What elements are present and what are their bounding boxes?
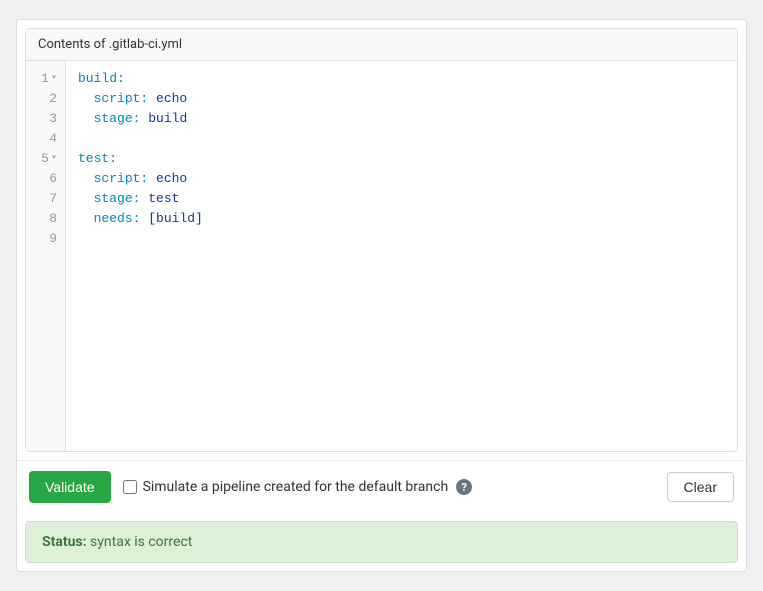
help-icon[interactable]: ? [456, 479, 472, 495]
space-segment [148, 91, 156, 106]
indent-segment [78, 211, 94, 226]
code-line: stage: test [78, 189, 725, 209]
line-number: 9 [26, 229, 65, 249]
indent-segment [78, 191, 94, 206]
line-number: 5▾ [26, 149, 65, 169]
value-segment: echo [156, 91, 187, 106]
line-number: 3 [26, 109, 65, 129]
code-line: needs: [build] [78, 209, 725, 229]
key-segment: test: [78, 151, 117, 166]
key-segment: script: [94, 91, 149, 106]
code-line: build: [78, 69, 725, 89]
editor-section: Contents of .gitlab-ci.yml 1▾2345▾6789 b… [25, 28, 738, 452]
code-line: script: echo [78, 89, 725, 109]
status-bar: Status: syntax is correct [25, 521, 738, 563]
simulate-checkbox[interactable] [123, 480, 137, 494]
line-number: 4 [26, 129, 65, 149]
simulate-checkbox-label[interactable]: Simulate a pipeline created for the defa… [123, 479, 473, 495]
line-numbers: 1▾2345▾6789 [26, 61, 66, 451]
code-line: stage: build [78, 109, 725, 129]
validate-button[interactable]: Validate [29, 471, 111, 503]
value-segment: test [148, 191, 179, 206]
key-segment: needs: [94, 211, 141, 226]
fold-indicator[interactable]: ▾ [51, 149, 57, 169]
toolbar: Validate Simulate a pipeline created for… [17, 460, 746, 513]
value-segment: [build] [148, 211, 203, 226]
status-message: syntax is correct [87, 534, 193, 550]
simulate-label: Simulate a pipeline created for the defa… [143, 479, 449, 495]
key-segment: build: [78, 71, 125, 86]
line-number: 7 [26, 189, 65, 209]
code-line [78, 229, 725, 249]
value-segment: echo [156, 171, 187, 186]
main-container: Contents of .gitlab-ci.yml 1▾2345▾6789 b… [16, 19, 747, 572]
line-number: 6 [26, 169, 65, 189]
value-segment: build [148, 111, 187, 126]
indent-segment [78, 91, 94, 106]
line-number: 2 [26, 89, 65, 109]
code-line [78, 129, 725, 149]
status-label: Status: [42, 534, 87, 550]
key-segment: stage: [94, 111, 141, 126]
space-segment [148, 171, 156, 186]
code-area[interactable]: build: script: echo stage: build test: sc… [66, 61, 737, 451]
key-segment: script: [94, 171, 149, 186]
line-number: 1▾ [26, 69, 65, 89]
indent-segment [78, 111, 94, 126]
clear-button[interactable]: Clear [667, 472, 734, 502]
indent-segment [78, 171, 94, 186]
line-number: 8 [26, 209, 65, 229]
code-line: test: [78, 149, 725, 169]
code-line: script: echo [78, 169, 725, 189]
fold-indicator[interactable]: ▾ [51, 69, 57, 89]
editor-body: 1▾2345▾6789 build: script: echo stage: b… [26, 61, 737, 451]
file-title: Contents of .gitlab-ci.yml [38, 37, 182, 52]
editor-header: Contents of .gitlab-ci.yml [26, 29, 737, 61]
key-segment: stage: [94, 191, 141, 206]
